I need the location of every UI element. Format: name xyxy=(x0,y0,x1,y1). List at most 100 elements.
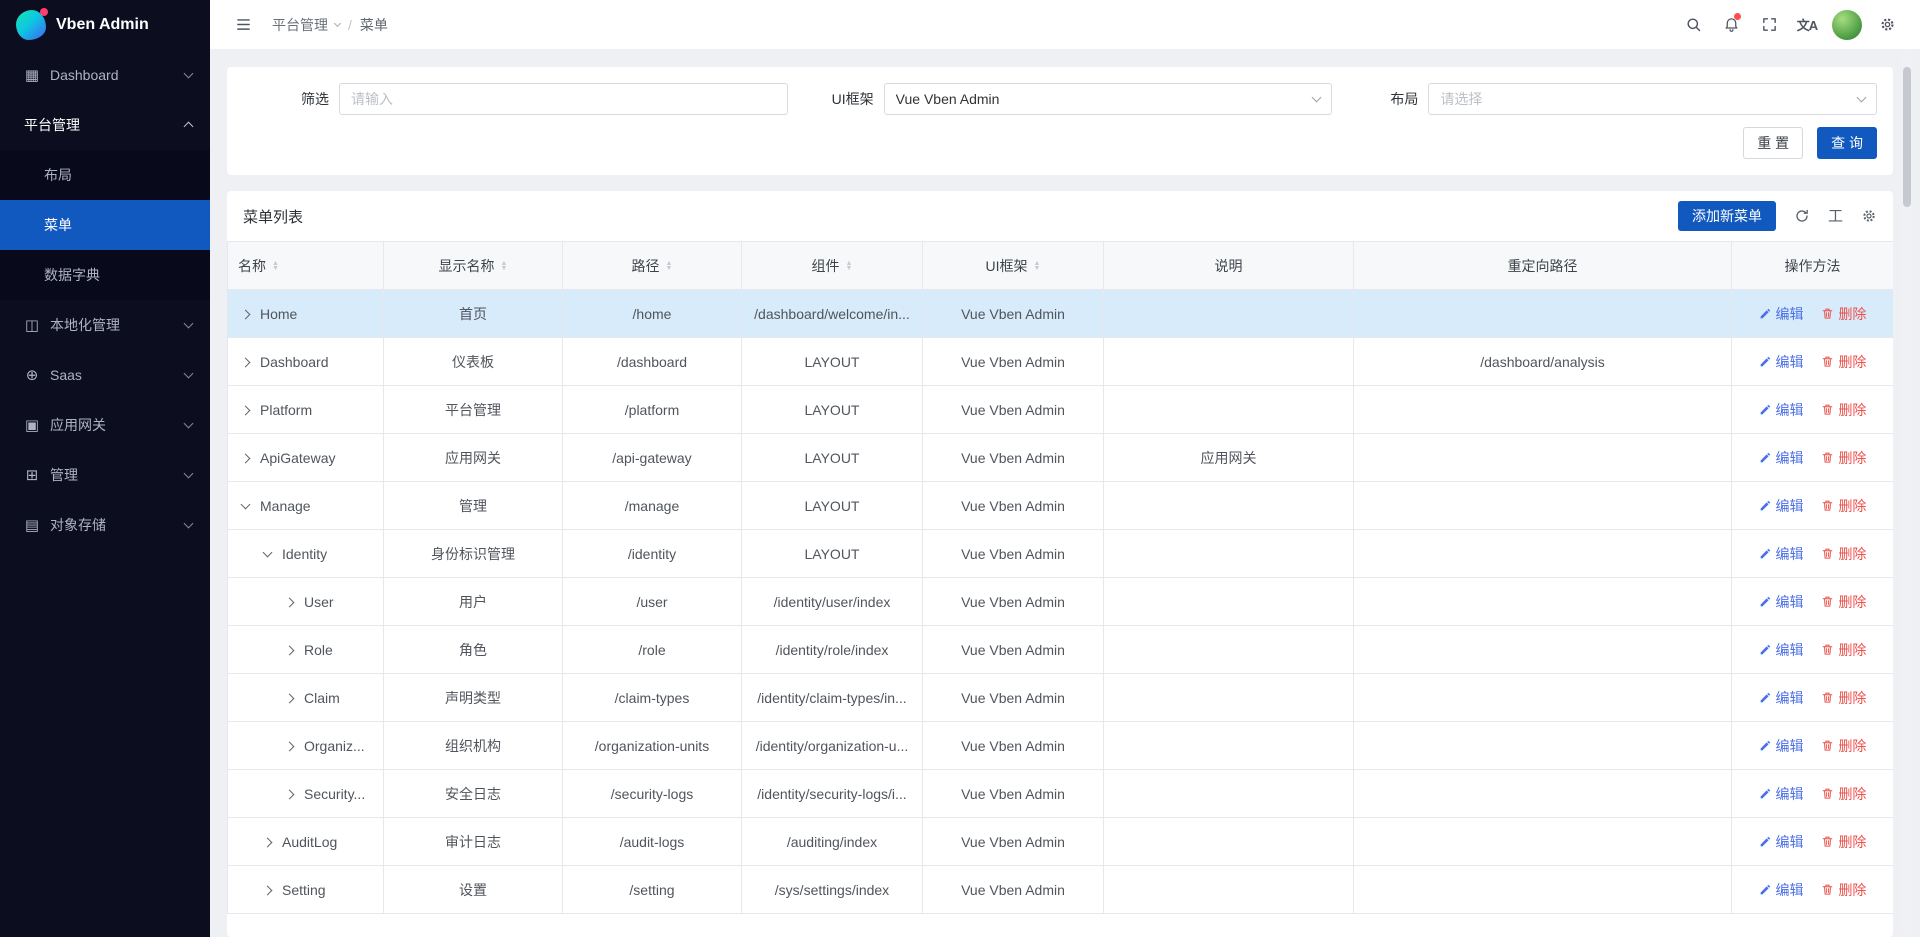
expand-icon[interactable] xyxy=(241,499,251,509)
sort-icon[interactable]: ▲▼ xyxy=(846,261,853,271)
sidebar-item-manage[interactable]: ⊞ 管理 xyxy=(0,450,210,500)
translate-icon[interactable]: 文A xyxy=(1790,8,1824,42)
expand-icon[interactable] xyxy=(285,789,295,799)
layout-select[interactable]: 请选择 xyxy=(1428,83,1877,115)
search-icon[interactable] xyxy=(1676,8,1710,42)
sidebar-item-dashboard[interactable]: ▦ Dashboard xyxy=(0,50,210,100)
sidebar-item-gateway[interactable]: ▣ 应用网关 xyxy=(0,400,210,450)
delete-link[interactable]: 删除 xyxy=(1821,496,1866,516)
menu-fold-icon[interactable] xyxy=(226,8,260,42)
table-row[interactable]: ApiGateway 应用网关 /api-gateway LAYOUT Vue … xyxy=(228,434,1894,482)
delete-link[interactable]: 删除 xyxy=(1821,304,1866,324)
manage-icon: ⊞ xyxy=(24,466,40,484)
refresh-icon[interactable] xyxy=(1794,208,1810,224)
edit-link[interactable]: 编辑 xyxy=(1759,592,1804,612)
expand-icon[interactable] xyxy=(241,357,251,367)
delete-link[interactable]: 删除 xyxy=(1821,400,1866,420)
row-height-icon[interactable]: 工 xyxy=(1828,209,1843,224)
table-row[interactable]: Manage 管理 /manage LAYOUT Vue Vben Admin … xyxy=(228,482,1894,530)
edit-link[interactable]: 编辑 xyxy=(1759,496,1804,516)
column-header-name[interactable]: 名称▲▼ xyxy=(228,242,384,290)
edit-link[interactable]: 编辑 xyxy=(1759,544,1804,564)
edit-link[interactable]: 编辑 xyxy=(1759,352,1804,372)
column-header-framework[interactable]: UI框架▲▼ xyxy=(923,242,1104,290)
expand-icon[interactable] xyxy=(285,741,295,751)
expand-icon[interactable] xyxy=(241,309,251,319)
sidebar-item-platform[interactable]: 平台管理 xyxy=(0,100,210,150)
table-row[interactable]: Setting 设置 /setting /sys/settings/index … xyxy=(228,866,1894,914)
delete-link[interactable]: 删除 xyxy=(1821,544,1866,564)
delete-link[interactable]: 删除 xyxy=(1821,688,1866,708)
table-row[interactable]: Identity 身份标识管理 /identity LAYOUT Vue Vbe… xyxy=(228,530,1894,578)
expand-icon[interactable] xyxy=(285,645,295,655)
table-row[interactable]: Claim 声明类型 /claim-types /identity/claim-… xyxy=(228,674,1894,722)
row-redirect xyxy=(1354,290,1732,338)
table-row[interactable]: Platform 平台管理 /platform LAYOUT Vue Vben … xyxy=(228,386,1894,434)
avatar[interactable] xyxy=(1832,10,1862,40)
table-row[interactable]: Organiz... 组织机构 /organization-units /ide… xyxy=(228,722,1894,770)
sort-icon[interactable]: ▲▼ xyxy=(666,261,673,271)
expand-icon[interactable] xyxy=(263,547,273,557)
delete-link[interactable]: 删除 xyxy=(1821,784,1866,804)
column-settings-gear-icon[interactable] xyxy=(1861,208,1877,224)
chevron-down-icon xyxy=(184,369,194,379)
sort-icon[interactable]: ▲▼ xyxy=(272,261,279,271)
table-row[interactable]: User 用户 /user /identity/user/index Vue V… xyxy=(228,578,1894,626)
reset-button[interactable]: 重 置 xyxy=(1743,127,1803,159)
edit-link[interactable]: 编辑 xyxy=(1759,688,1804,708)
delete-link[interactable]: 删除 xyxy=(1821,352,1866,372)
column-header-component[interactable]: 组件▲▼ xyxy=(742,242,923,290)
breadcrumb-parent[interactable]: 平台管理 xyxy=(272,15,340,35)
row-actions: 编辑 删除 xyxy=(1732,722,1894,770)
delete-link[interactable]: 删除 xyxy=(1821,592,1866,612)
edit-link[interactable]: 编辑 xyxy=(1759,832,1804,852)
framework-select[interactable]: Vue Vben Admin xyxy=(884,83,1333,115)
edit-link[interactable]: 编辑 xyxy=(1759,736,1804,756)
sort-icon[interactable]: ▲▼ xyxy=(1034,261,1041,271)
expand-icon[interactable] xyxy=(285,597,295,607)
row-name-cell: Manage xyxy=(228,482,384,530)
edit-link[interactable]: 编辑 xyxy=(1759,304,1804,324)
column-header-path[interactable]: 路径▲▼ xyxy=(563,242,742,290)
expand-icon[interactable] xyxy=(241,453,251,463)
vertical-scrollbar[interactable] xyxy=(1902,51,1912,935)
edit-link[interactable]: 编辑 xyxy=(1759,784,1804,804)
sidebar-item-layout[interactable]: 布局 xyxy=(0,150,210,200)
chevron-down-icon xyxy=(184,469,194,479)
edit-link[interactable]: 编辑 xyxy=(1759,448,1804,468)
logo[interactable]: Vben Admin xyxy=(0,0,210,50)
delete-link[interactable]: 删除 xyxy=(1821,736,1866,756)
table-row[interactable]: Role 角色 /role /identity/role/index Vue V… xyxy=(228,626,1894,674)
sidebar-item-saas[interactable]: ⊕ Saas xyxy=(0,350,210,400)
fullscreen-icon[interactable] xyxy=(1752,8,1786,42)
sidebar-item-object-storage[interactable]: ▤ 对象存储 xyxy=(0,500,210,550)
add-menu-button[interactable]: 添加新菜单 xyxy=(1678,201,1776,231)
expand-icon[interactable] xyxy=(285,693,295,703)
settings-gear-icon[interactable] xyxy=(1870,8,1904,42)
filter-panel: 筛选 UI框架 Vue Vben Admin 布局 xyxy=(227,67,1893,175)
delete-link[interactable]: 删除 xyxy=(1821,832,1866,852)
notification-bell-icon[interactable] xyxy=(1714,8,1748,42)
search-button[interactable]: 查 询 xyxy=(1817,127,1877,159)
table-row[interactable]: AuditLog 审计日志 /audit-logs /auditing/inde… xyxy=(228,818,1894,866)
sidebar-item-menu[interactable]: 菜单 xyxy=(0,200,210,250)
app-root: Vben Admin ▦ Dashboard 平台管理 布局 菜单 数据字典 xyxy=(0,0,1920,937)
expand-icon[interactable] xyxy=(263,837,273,847)
column-header-display-name[interactable]: 显示名称▲▼ xyxy=(384,242,563,290)
table-row[interactable]: Security... 安全日志 /security-logs /identit… xyxy=(228,770,1894,818)
expand-icon[interactable] xyxy=(241,405,251,415)
keyword-input[interactable] xyxy=(351,91,776,107)
sidebar-item-localization[interactable]: ◫ 本地化管理 xyxy=(0,300,210,350)
scrollbar-thumb[interactable] xyxy=(1903,67,1911,207)
delete-link[interactable]: 删除 xyxy=(1821,640,1866,660)
table-row[interactable]: Dashboard 仪表板 /dashboard LAYOUT Vue Vben… xyxy=(228,338,1894,386)
expand-icon[interactable] xyxy=(263,885,273,895)
edit-link[interactable]: 编辑 xyxy=(1759,880,1804,900)
sort-icon[interactable]: ▲▼ xyxy=(501,261,508,271)
edit-link[interactable]: 编辑 xyxy=(1759,400,1804,420)
table-row[interactable]: Home 首页 /home /dashboard/welcome/in... V… xyxy=(228,290,1894,338)
sidebar-item-dictionary[interactable]: 数据字典 xyxy=(0,250,210,300)
delete-link[interactable]: 删除 xyxy=(1821,448,1866,468)
delete-link[interactable]: 删除 xyxy=(1821,880,1866,900)
edit-link[interactable]: 编辑 xyxy=(1759,640,1804,660)
